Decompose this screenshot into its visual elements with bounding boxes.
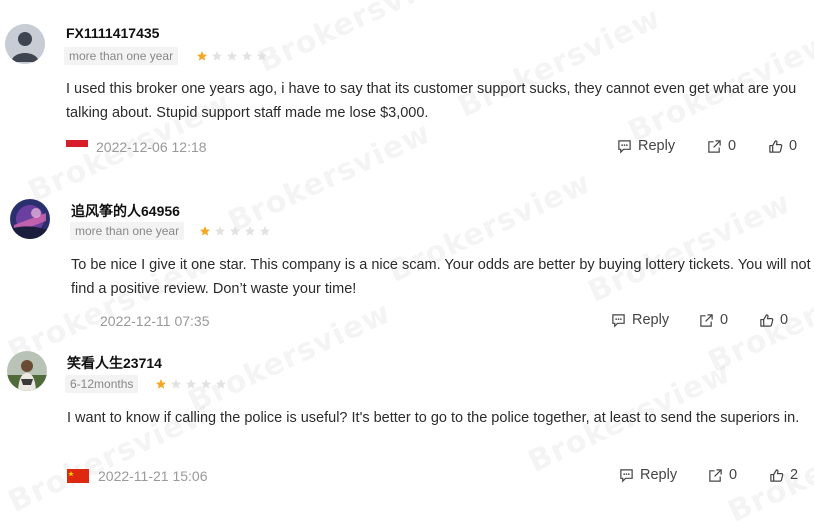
like-button[interactable]: 0 bbox=[759, 312, 788, 328]
star-empty-icon bbox=[215, 226, 225, 236]
share-button[interactable]: 0 bbox=[707, 138, 736, 154]
thumbs-up-icon bbox=[769, 139, 783, 153]
star-empty-icon bbox=[257, 51, 267, 61]
star-empty-icon bbox=[171, 379, 181, 389]
watermark: Brokersview bbox=[253, 0, 467, 80]
thumbs-up-icon bbox=[760, 313, 774, 327]
star-empty-icon bbox=[186, 379, 196, 389]
like-count: 0 bbox=[780, 312, 789, 328]
like-button[interactable]: 2 bbox=[769, 467, 798, 483]
tenure-badge: 6-12months bbox=[65, 375, 139, 393]
country-flag-icon bbox=[67, 469, 89, 483]
comment-icon bbox=[612, 313, 625, 328]
star-empty-icon bbox=[216, 379, 226, 389]
reply-label: Reply bbox=[638, 138, 676, 154]
thumbs-up-icon bbox=[770, 468, 784, 482]
star-filled-icon bbox=[156, 379, 166, 389]
username[interactable]: 追风筝的人64956 bbox=[71, 201, 180, 221]
rating-stars bbox=[155, 378, 227, 390]
avatar[interactable] bbox=[5, 24, 45, 64]
share-icon bbox=[708, 139, 721, 153]
tenure-badge: more than one year bbox=[70, 222, 185, 240]
star-empty-icon bbox=[212, 51, 222, 61]
share-button[interactable]: 0 bbox=[708, 467, 737, 483]
reply-button[interactable]: Reply bbox=[619, 467, 677, 483]
like-count: 0 bbox=[789, 138, 798, 154]
review-date: 2022-11-21 15:06 bbox=[98, 468, 208, 484]
rating-stars bbox=[199, 225, 271, 237]
reply-label: Reply bbox=[640, 467, 678, 483]
review-date: 2022-12-06 12:18 bbox=[96, 139, 207, 155]
review-text: I used this broker one years ago, i have… bbox=[66, 81, 797, 121]
default-user-icon bbox=[5, 24, 45, 64]
watermark: Brokersview bbox=[223, 115, 437, 239]
review-text: I want to know if calling the police is … bbox=[67, 410, 800, 426]
star-empty-icon bbox=[201, 379, 211, 389]
star-empty-icon bbox=[242, 51, 252, 61]
watermark: Brokersview bbox=[183, 295, 397, 419]
star-filled-icon bbox=[200, 226, 210, 236]
star-empty-icon bbox=[260, 226, 270, 236]
username[interactable]: 笑看人生23714 bbox=[67, 353, 162, 373]
like-count: 2 bbox=[790, 467, 799, 483]
star-empty-icon bbox=[230, 226, 240, 236]
country-flag-icon bbox=[66, 140, 88, 154]
tenure-badge: more than one year bbox=[64, 47, 179, 65]
reply-button[interactable]: Reply bbox=[617, 138, 675, 154]
star-empty-icon bbox=[245, 226, 255, 236]
avatar[interactable] bbox=[10, 199, 50, 239]
share-icon bbox=[709, 468, 722, 482]
comment-icon bbox=[618, 139, 631, 154]
share-count: 0 bbox=[728, 138, 737, 154]
reply-button[interactable]: Reply bbox=[611, 312, 669, 328]
star-empty-icon bbox=[227, 51, 237, 61]
comment-icon bbox=[620, 468, 633, 483]
rating-stars bbox=[196, 50, 268, 62]
reply-label: Reply bbox=[632, 312, 670, 328]
user-photo bbox=[7, 351, 47, 391]
review-date: 2022-12-11 07:35 bbox=[100, 313, 210, 329]
like-button[interactable]: 0 bbox=[768, 138, 797, 154]
share-count: 0 bbox=[720, 312, 729, 328]
share-icon bbox=[700, 313, 713, 327]
username[interactable]: FX1111417435 bbox=[66, 25, 159, 41]
star-filled-icon bbox=[197, 51, 207, 61]
user-photo bbox=[10, 199, 50, 239]
review-text: To be nice I give it one star. This comp… bbox=[71, 257, 811, 297]
avatar[interactable] bbox=[7, 351, 47, 391]
share-count: 0 bbox=[729, 467, 738, 483]
share-button[interactable]: 0 bbox=[699, 312, 728, 328]
